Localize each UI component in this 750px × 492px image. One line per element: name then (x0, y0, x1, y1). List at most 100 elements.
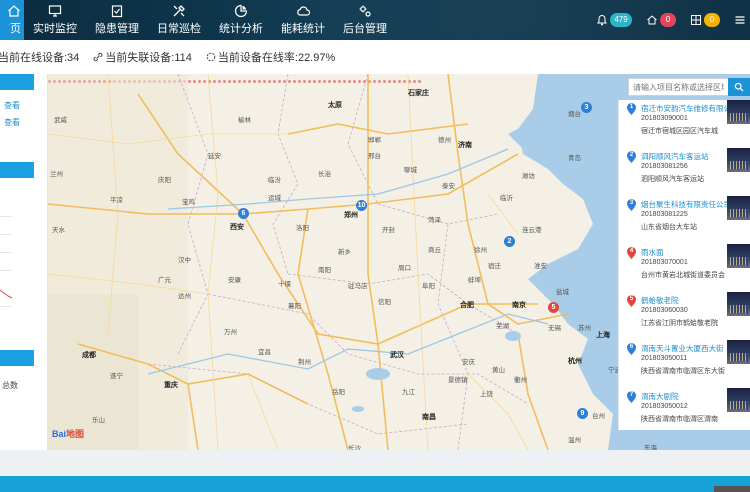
map-city-label: 烟台 (568, 111, 581, 118)
map-city-label: 宿迁 (488, 263, 501, 270)
search-button[interactable] (728, 78, 750, 96)
chart-gridline (0, 252, 12, 253)
map-city-label: 东海 (644, 445, 657, 450)
footer-bar (0, 476, 750, 492)
map-city-label: 庆阳 (158, 177, 171, 184)
result-code: 201803050012 (641, 403, 688, 410)
map-project-marker[interactable]: 2 (504, 236, 515, 247)
result-item[interactable]: 6 渭南天斗置业大厦西大街 201803050011 陕西省渭南市临渭区东大街 (619, 340, 750, 388)
panel-section-bar (0, 350, 34, 366)
project-thumbnail[interactable] (727, 340, 750, 364)
map-city-label: 平凉 (110, 197, 123, 204)
result-title-link[interactable]: 渭南大剧院 (641, 391, 731, 402)
nav-item-cloud[interactable]: 能耗统计 (272, 0, 334, 40)
result-code: 201803081225 (641, 211, 688, 218)
nav-item-gears[interactable]: 后台管理 (334, 0, 396, 40)
map-city-label: 徐州 (474, 247, 487, 254)
spinner-icon (206, 52, 216, 62)
result-title-link[interactable]: 烟台聚生科技有限责任公司 (641, 199, 731, 210)
menu-button[interactable] (734, 14, 746, 26)
header-tools: 479 0 0 (596, 0, 750, 40)
pin-number: 6 (629, 344, 634, 350)
map-city-label: 郑州 (344, 212, 358, 219)
result-title-link[interactable]: 泗阳顺风汽车客运站 (641, 151, 731, 162)
chart-gridline (0, 216, 12, 217)
map-city-label: 洛阳 (296, 225, 309, 232)
result-item[interactable]: 4 雨水面 201803070001 台州市黄岩北城街道委员会 (619, 244, 750, 292)
bell-icon (597, 14, 607, 26)
search-input[interactable] (628, 78, 728, 96)
map-city-label: 青岛 (568, 155, 581, 162)
project-thumbnail[interactable] (727, 388, 750, 412)
view-link-1[interactable]: 查看 (4, 100, 20, 111)
nav-item-home[interactable]: 首页 (0, 0, 24, 40)
gears-icon (358, 4, 372, 18)
map-city-label: 石家庄 (408, 90, 429, 97)
nav-item-clipboard[interactable]: 隐患管理 (86, 0, 148, 40)
map-city-label: 开封 (382, 227, 395, 234)
result-item[interactable]: 5 鹤蛤敬老院 201803060030 江苏省江阴市鹤蛤敬老院 (619, 292, 750, 340)
result-title-link[interactable]: 渭南天斗置业大厦西大街 (641, 343, 731, 354)
map-city-label: 潍坊 (522, 173, 535, 180)
nav-item-label: 统计分析 (219, 23, 263, 35)
map-city-label: 阜阳 (422, 283, 435, 290)
total-label: 总数 (2, 381, 18, 390)
map-city-label: 温州 (568, 437, 581, 444)
map-city-label: 长沙 (348, 445, 361, 450)
map-project-marker[interactable]: 9 (577, 408, 588, 419)
home-status-button[interactable]: 0 (646, 13, 676, 27)
map-city-label: 遂宁 (110, 373, 123, 380)
map-project-marker[interactable]: 5 (548, 302, 559, 313)
map-city-label: 盐城 (556, 289, 569, 296)
view-link-2[interactable]: 查看 (4, 117, 20, 128)
map-city-label: 南京 (512, 302, 526, 309)
result-title-link[interactable]: 鹤蛤敬老院 (641, 295, 731, 306)
pin-number: 4 (629, 248, 634, 254)
map-city-label: 台州 (592, 413, 605, 420)
alerts-button[interactable]: 479 (596, 13, 632, 27)
map-pin-icon: 4 (627, 247, 636, 259)
nav-item-monitor[interactable]: 实时监控 (24, 0, 86, 40)
map-project-marker[interactable]: 3 (581, 102, 592, 113)
result-item[interactable]: 7 渭南大剧院 201803050012 陕西省渭南市临渭区渭南 (619, 388, 750, 430)
online-count-text: 当前在线设备:34 (0, 52, 80, 64)
result-item[interactable]: 3 烟台聚生科技有限责任公司 201803081225 山东省烟台大车站 (619, 196, 750, 244)
nav-item-chart[interactable]: 统计分析 (210, 0, 272, 40)
map-city-label: 黄山 (492, 367, 505, 374)
map-project-marker[interactable]: 10 (356, 200, 367, 211)
home-icon (7, 4, 21, 18)
map-city-label: 景德镇 (448, 377, 468, 384)
map-city-label: 临沂 (500, 195, 513, 202)
map-city-label: 淮安 (534, 263, 547, 270)
map-city-label: 蚌埠 (468, 277, 481, 284)
map-city-label: 武汉 (390, 352, 404, 359)
result-code: 201803090001 (641, 115, 688, 122)
map-city-label: 邯郸 (368, 137, 381, 144)
project-thumbnail[interactable] (727, 196, 750, 220)
result-title-link[interactable]: 雨水面 (641, 247, 731, 258)
map-city-label: 兰州 (50, 171, 63, 178)
panel-section-bar (0, 162, 34, 178)
pin-number: 2 (629, 152, 634, 158)
result-item[interactable]: 1 宿迁市安韵汽车维修有限公司 201803090001 宿迁市宿城区园区汽车城 (619, 100, 750, 148)
map-city-label: 菏泽 (428, 217, 441, 224)
online-stat: 当前在线设备:34 (0, 49, 79, 65)
pin-number: 5 (629, 296, 634, 302)
result-item[interactable]: 2 泗阳顺风汽车客运站 201803081256 泗阳顺风汽车客运站 (619, 148, 750, 196)
project-thumbnail[interactable] (727, 292, 750, 316)
messages-button[interactable]: 0 (690, 13, 720, 27)
pin-number: 3 (629, 200, 634, 206)
map-city-label: 临汾 (268, 177, 281, 184)
map-city-label: 南昌 (422, 414, 436, 421)
main-nav: 首页实时监控 隐患管理 日常巡检 统计分析 能耗统计 后台管理 (0, 0, 396, 40)
map-city-label: 周口 (398, 265, 411, 272)
result-title-link[interactable]: 宿迁市安韵汽车维修有限公司 (641, 103, 731, 114)
map-city-label: 杭州 (568, 358, 582, 365)
project-thumbnail[interactable] (727, 244, 750, 268)
map-project-marker[interactable]: 6 (238, 208, 249, 219)
project-thumbnail[interactable] (727, 100, 750, 124)
project-thumbnail[interactable] (727, 148, 750, 172)
map-city-label: 上饶 (480, 391, 493, 398)
nav-item-tools[interactable]: 日常巡检 (148, 0, 210, 40)
house-icon (647, 15, 657, 25)
